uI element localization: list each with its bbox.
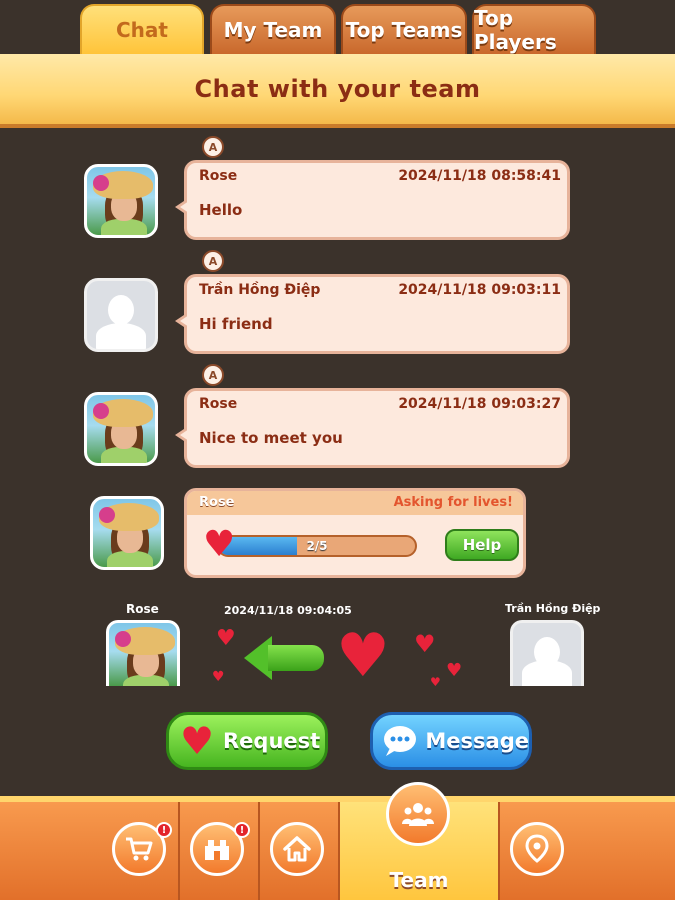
avatar-rose[interactable]	[84, 164, 158, 238]
tab-bar: Chat My Team Top Teams Top Players	[0, 0, 675, 56]
chat-message: Rose 2024/11/18 09:03:27 Nice to meet yo…	[175, 388, 570, 468]
rank-badge-icon: A	[202, 136, 224, 158]
lives-progress-text: 2/5	[306, 539, 328, 553]
heart-icon: ♥	[414, 630, 436, 658]
heart-icon: ♥	[446, 660, 463, 681]
message-timestamp: 2024/11/18 09:03:27	[398, 396, 561, 412]
message-button[interactable]: Message	[370, 712, 532, 770]
message-button-label: Message	[425, 729, 529, 753]
bottom-nav: ! ! Team	[0, 782, 675, 900]
chat-message: Trần Hồng Điệp 2024/11/18 09:03:11 Hi fr…	[175, 274, 570, 354]
team-icon	[402, 803, 434, 826]
lives-progress-bar: 2/5	[217, 535, 417, 557]
request-button-label: Request	[223, 729, 321, 753]
lives-request-sender: Rose	[199, 495, 235, 510]
nav-map[interactable]	[510, 822, 564, 876]
big-heart-icon: ♥	[336, 621, 390, 691]
heart-icon: ♥	[430, 675, 441, 689]
page-title: Chat with your team	[194, 75, 481, 103]
alert-badge: !	[234, 822, 250, 838]
gift-sender-name: Rose	[126, 602, 159, 616]
chat-message: Rose 2024/11/18 08:58:41 Hello	[175, 160, 570, 240]
tab-top-players[interactable]: Top Players	[472, 4, 596, 54]
avatar-default[interactable]	[84, 278, 158, 352]
building-icon	[205, 840, 229, 860]
request-button[interactable]: ♥ Request	[166, 712, 328, 770]
heart-icon: ♥	[212, 669, 225, 685]
tab-chat[interactable]: Chat	[80, 4, 204, 54]
home-icon	[283, 836, 311, 862]
heart-icon: ♥	[203, 524, 236, 565]
gift-receiver-name: Trần Hồng Điệp	[505, 602, 601, 615]
message-sender: Rose	[199, 396, 238, 412]
message-sender: Rose	[199, 168, 238, 184]
nav-team[interactable]	[386, 782, 450, 846]
tab-my-team[interactable]: My Team	[210, 4, 336, 54]
message-timestamp: 2024/11/18 08:58:41	[398, 168, 561, 184]
chat-bubble-icon	[381, 721, 419, 761]
gift-receiver-avatar[interactable]	[510, 620, 584, 686]
rank-badge-icon: A	[202, 250, 224, 272]
lives-request-status: Asking for lives!	[393, 495, 513, 510]
avatar-rose[interactable]	[84, 392, 158, 466]
map-pin-icon	[525, 834, 549, 863]
nav-team-label: Team	[389, 868, 449, 892]
message-text: Hi friend	[199, 315, 273, 333]
cart-icon	[126, 837, 153, 861]
avatar-rose[interactable]	[90, 496, 164, 570]
help-button[interactable]: Help	[445, 529, 519, 561]
message-sender: Trần Hồng Điệp	[199, 282, 321, 298]
heart-icon: ♥	[216, 626, 236, 651]
message-timestamp: 2024/11/18 09:03:11	[398, 282, 561, 298]
lives-request-card: Rose Asking for lives! 2/5 ♥ Help	[184, 488, 526, 578]
gift-arrow-icon	[268, 645, 324, 671]
message-text: Hello	[199, 201, 243, 219]
heart-icon: ♥	[179, 719, 215, 763]
chat-header-banner: Chat with your team	[0, 54, 675, 128]
tab-top-teams[interactable]: Top Teams	[341, 4, 467, 54]
alert-badge: !	[156, 822, 172, 838]
message-text: Nice to meet you	[199, 429, 343, 447]
gift-sender-avatar[interactable]	[106, 620, 180, 686]
rank-badge-icon: A	[202, 364, 224, 386]
gift-timestamp: 2024/11/18 09:04:05	[224, 604, 352, 617]
nav-home[interactable]	[270, 822, 324, 876]
